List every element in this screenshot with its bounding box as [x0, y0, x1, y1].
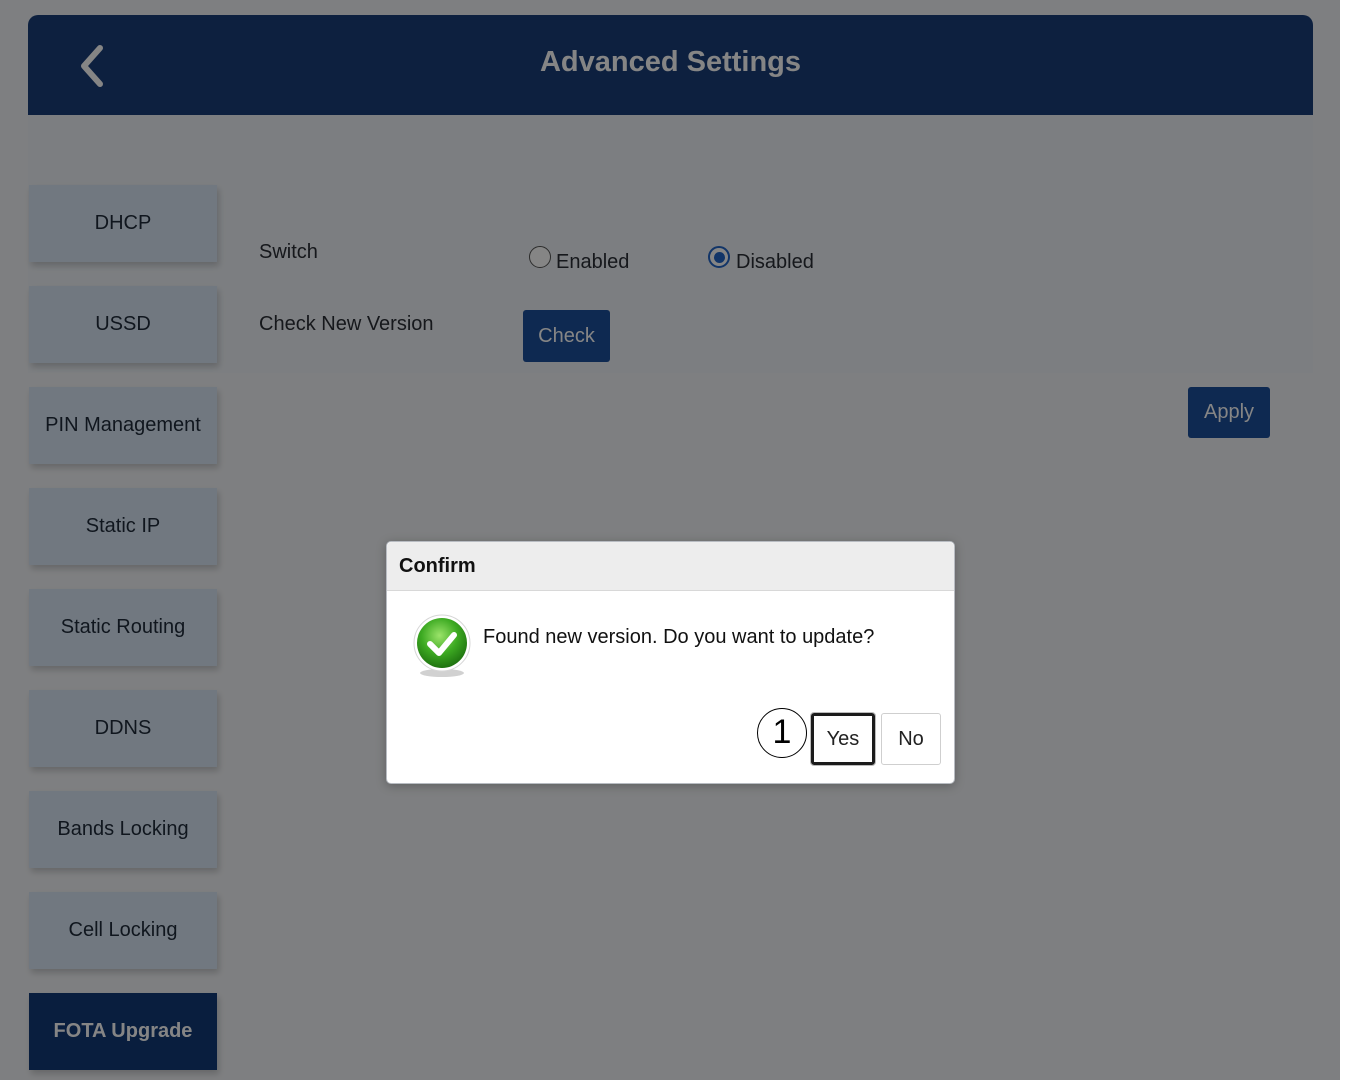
- confirm-dialog: Confirm Found new version. Do you want t…: [386, 541, 955, 784]
- dialog-message: Found new version. Do you want to update…: [483, 626, 875, 648]
- dialog-header: Confirm: [387, 542, 954, 591]
- right-edge-strip: [1340, 0, 1346, 1080]
- dialog-title: Confirm: [399, 555, 476, 577]
- step-number-marker: 1: [757, 708, 807, 758]
- success-check-icon: [412, 611, 472, 679]
- modal-backdrop: [0, 0, 1346, 1080]
- no-button[interactable]: No: [881, 713, 941, 765]
- yes-button[interactable]: Yes: [810, 712, 876, 766]
